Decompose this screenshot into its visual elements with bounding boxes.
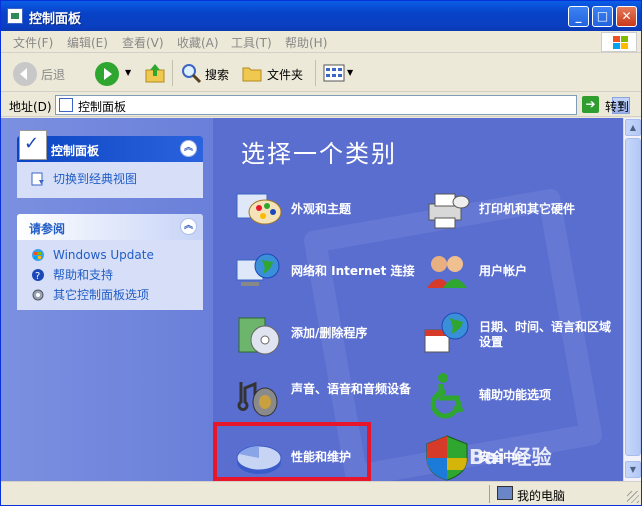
maximize-button[interactable]: □: [592, 6, 613, 27]
status-location: 我的电脑: [517, 489, 566, 503]
back-button-label[interactable]: 后退: [41, 66, 65, 83]
classic-view-icon: [31, 172, 44, 186]
views-icon[interactable]: [323, 63, 345, 83]
menu-edit[interactable]: 编辑(E): [67, 34, 108, 51]
category-add-remove-programs[interactable]: 添加/删除程序: [235, 310, 425, 358]
appearance-palette-icon: [236, 193, 282, 225]
see-also-title: 请参阅: [29, 222, 66, 236]
address-label: 地址(D): [9, 100, 52, 114]
category-sounds-speech-audio[interactable]: 声音、语音和音频设备: [235, 372, 425, 420]
address-value: 控制面板: [78, 100, 127, 114]
category-date-time-language[interactable]: 日期、时间、语言和区域设置: [423, 310, 613, 358]
help-icon: ?: [32, 269, 44, 282]
date-time-globe-icon: [424, 312, 469, 353]
pick-category-title: 选择一个类别: [241, 140, 397, 168]
control-panel-window: 控制面板 _ □ ✕ 文件(F) 编辑(E) 查看(V) 收藏(A) 工具(T)…: [0, 0, 642, 506]
search-button-label[interactable]: 搜索: [205, 66, 229, 83]
folders-icon[interactable]: [241, 62, 263, 84]
minimize-button[interactable]: _: [568, 6, 589, 27]
menu-view[interactable]: 查看(V): [122, 34, 164, 51]
svg-text:?: ?: [35, 271, 40, 282]
address-bar: 地址(D) 控制面板 ▼ ➔ 转到: [1, 93, 641, 117]
collapse-icon[interactable]: ︽: [180, 218, 197, 235]
windows-logo-icon: [601, 32, 637, 52]
scroll-thumb[interactable]: [625, 138, 641, 456]
my-computer-icon: [497, 486, 513, 500]
window-title: 控制面板: [29, 12, 82, 27]
switch-to-classic-view-link[interactable]: 切换到经典视图: [27, 170, 193, 190]
menu-file[interactable]: 文件(F): [13, 34, 53, 51]
accessibility-icon: [430, 373, 464, 419]
network-globe-icon: [236, 253, 280, 286]
views-dropdown-icon[interactable]: ▼: [347, 68, 353, 77]
control-panel-panel-title: 控制面板: [51, 144, 100, 158]
see-also-panel-header[interactable]: 请参阅 ︽: [17, 214, 203, 240]
menu-favorites[interactable]: 收藏(A): [177, 34, 219, 51]
gear-icon: [32, 289, 44, 301]
task-pane: 控制面板 ︽ 切换到经典视图 请参阅 ︽: [1, 118, 213, 481]
folders-button-label[interactable]: 文件夹: [267, 66, 303, 83]
printer-icon: [428, 193, 470, 229]
collapse-icon[interactable]: ︽: [180, 140, 197, 157]
category-user-accounts[interactable]: 用户帐户: [423, 248, 613, 296]
control-panel-checklist-icon: [19, 130, 47, 160]
windows-update-link[interactable]: Windows Update: [27, 246, 193, 266]
menu-bar: 文件(F) 编辑(E) 查看(V) 收藏(A) 工具(T) 帮助(H): [1, 31, 641, 53]
users-icon: [427, 256, 467, 288]
add-remove-programs-icon: [238, 317, 280, 355]
go-button-label[interactable]: 转到: [605, 98, 629, 115]
security-shield-icon: [426, 435, 468, 481]
go-arrow-icon[interactable]: ➔: [582, 96, 599, 113]
category-printers-hardware[interactable]: 打印机和其它硬件: [423, 186, 613, 234]
menu-tools[interactable]: 工具(T): [231, 34, 272, 51]
back-arrow-icon[interactable]: [13, 62, 37, 86]
control-panel-panel: 控制面板 ︽ 切换到经典视图: [17, 130, 203, 198]
windows-update-icon: [32, 249, 44, 261]
help-and-support-link[interactable]: ? 帮助和支持: [27, 266, 193, 286]
other-control-panel-options-link[interactable]: 其它控制面板选项: [27, 286, 193, 306]
vertical-scrollbar[interactable]: ▲ ▼: [623, 118, 641, 481]
control-panel-panel-header[interactable]: 控制面板 ︽: [17, 130, 203, 162]
baidu-watermark: Bai 经验: [469, 445, 552, 469]
scroll-down-icon[interactable]: ▼: [625, 461, 641, 478]
category-accessibility[interactable]: 辅助功能选项: [423, 372, 613, 420]
category-appearance-themes[interactable]: 外观和主题: [235, 186, 425, 234]
status-bar: 我的电脑: [1, 481, 641, 505]
close-button[interactable]: ✕: [616, 6, 637, 27]
speaker-music-icon: [237, 381, 278, 417]
scroll-up-icon[interactable]: ▲: [625, 119, 641, 136]
see-also-panel: 请参阅 ︽ Windows Update ? 帮助和支持 其它控制面板选项: [17, 214, 203, 310]
menu-help[interactable]: 帮助(H): [285, 34, 327, 51]
search-icon[interactable]: [180, 62, 202, 84]
toolbar: 后退 ▼ 搜索 文件夹 ▼: [1, 54, 641, 92]
control-panel-small-icon: [59, 98, 73, 112]
up-folder-icon[interactable]: [144, 62, 166, 84]
forward-arrow-icon[interactable]: [95, 62, 119, 86]
forward-dropdown-icon[interactable]: ▼: [125, 68, 131, 77]
highlight-box: [213, 422, 371, 481]
resize-grip[interactable]: [627, 491, 639, 503]
category-network-internet[interactable]: 网络和 Internet 连接: [235, 248, 425, 296]
control-panel-icon: [7, 8, 23, 24]
address-input[interactable]: 控制面板 ▼: [55, 95, 630, 115]
title-bar[interactable]: 控制面板 _ □ ✕: [1, 1, 641, 31]
